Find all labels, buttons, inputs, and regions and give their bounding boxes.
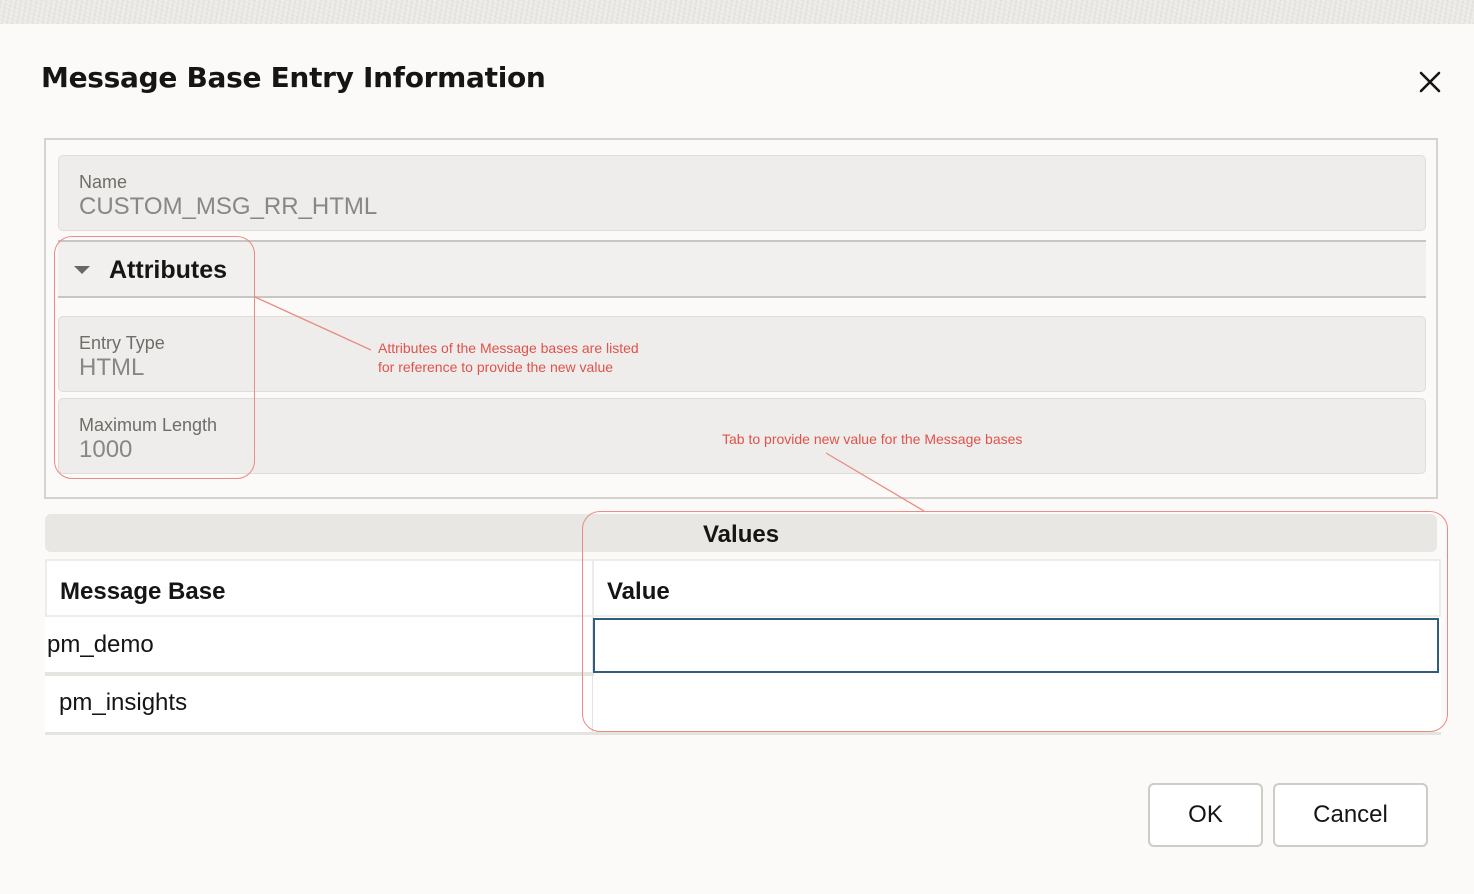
values-leader-line	[825, 452, 925, 512]
values-annotation: Tab to provide new value for the Message…	[722, 431, 1023, 447]
attributes-annotation: Attributes of the Message bases are list…	[378, 339, 639, 377]
attributes-leader-line	[254, 296, 372, 351]
cancel-button[interactable]: Cancel	[1273, 783, 1428, 847]
attributes-annotation-line-1: Attributes of the Message bases are list…	[378, 340, 639, 356]
attributes-annotation-line-2: for reference to provide the new value	[378, 359, 614, 375]
ok-button[interactable]: OK	[1148, 783, 1263, 847]
